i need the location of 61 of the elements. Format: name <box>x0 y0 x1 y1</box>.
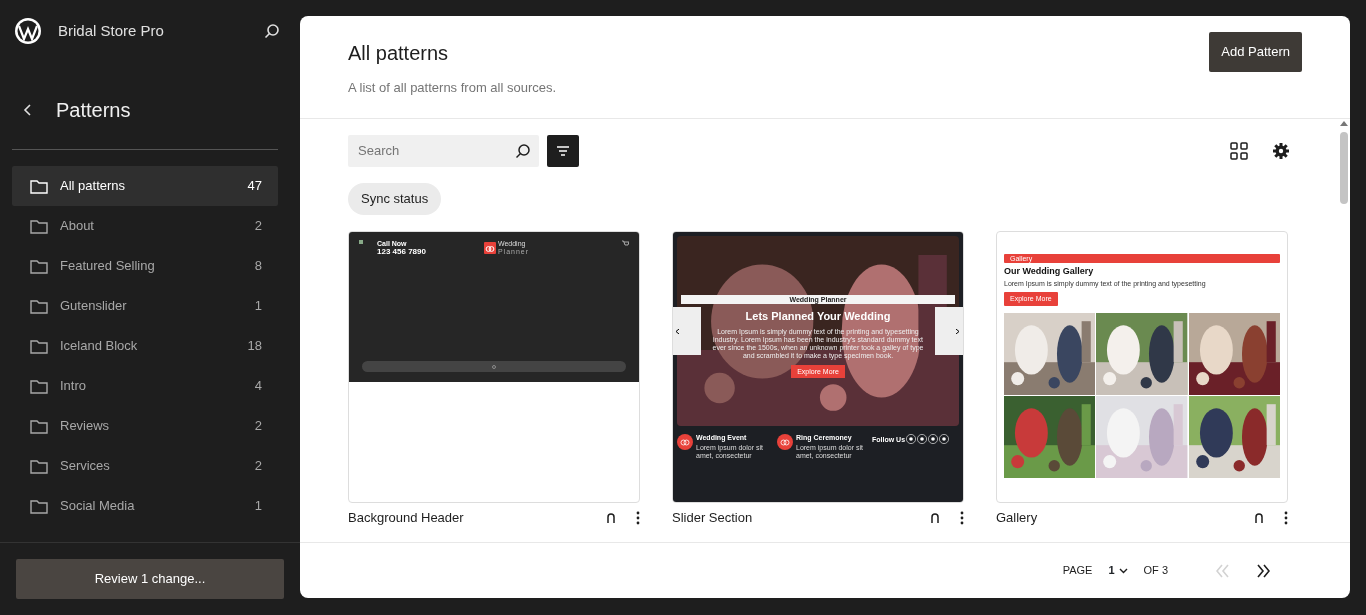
filter-icon <box>556 145 570 157</box>
sidebar-heading: Patterns <box>56 98 131 123</box>
search-field[interactable]: Search <box>348 135 539 167</box>
back-button[interactable] <box>22 103 32 117</box>
site-title: Bridal Store Pro <box>58 20 165 41</box>
chevron-left-icon <box>676 328 680 334</box>
page-description: A list of all patterns from all sources. <box>348 79 557 97</box>
rings-logo-icon <box>483 241 496 254</box>
grid-view-icon[interactable] <box>1230 142 1248 160</box>
folder-icon <box>30 218 48 234</box>
chevron-right-icon <box>956 328 960 334</box>
page-count: OF 3 <box>1143 563 1168 579</box>
synced-pattern-icon <box>930 512 940 524</box>
wordpress-logo-icon[interactable] <box>14 17 42 45</box>
folder-icon <box>30 498 48 514</box>
sidebar-item[interactable]: Intro 4 <box>12 366 278 406</box>
sidebar-item[interactable]: Social Media 1 <box>12 486 278 526</box>
pattern-title: Gallery <box>996 509 1039 528</box>
review-button[interactable]: Review 1 change... <box>16 559 284 599</box>
folder-icon <box>30 378 48 394</box>
folder-icon <box>30 298 48 314</box>
scroll-up-icon[interactable] <box>1340 121 1348 126</box>
scrollbar-thumb[interactable] <box>1340 132 1348 204</box>
folder-icon <box>30 418 48 434</box>
folder-icon <box>30 178 48 194</box>
search-icon <box>515 143 531 159</box>
add-pattern-button[interactable]: Add Pattern <box>1209 32 1302 72</box>
search-input[interactable]: Search <box>356 140 515 162</box>
gallery-heading: Our Wedding Gallery <box>1004 265 1095 278</box>
sidebar-item[interactable]: About 2 <box>12 206 278 246</box>
sidebar-item[interactable]: Featured Selling 8 <box>12 246 278 286</box>
sidebar-item[interactable]: Services 2 <box>12 446 278 486</box>
filter-button[interactable] <box>547 135 579 167</box>
slide-heading: Lets Planned Your Wedding <box>744 309 892 324</box>
chevron-down-icon <box>1118 567 1128 574</box>
more-options-button[interactable] <box>960 511 964 525</box>
more-options-button[interactable] <box>636 511 640 525</box>
dot-icon <box>492 364 496 369</box>
page-select[interactable]: 1 <box>1108 562 1128 579</box>
folder-icon <box>30 458 48 474</box>
last-page-button[interactable] <box>1257 563 1270 578</box>
folder-icon <box>30 338 48 354</box>
pattern-preview[interactable] <box>672 231 964 503</box>
image-icon <box>359 240 363 244</box>
page-title: All patterns <box>348 41 450 66</box>
search-icon[interactable] <box>264 23 280 39</box>
page-label: PAGE <box>1062 563 1093 579</box>
pattern-title: Slider Section <box>672 509 754 528</box>
rings-icon <box>777 434 793 450</box>
settings-icon[interactable] <box>1272 142 1290 160</box>
sidebar-item[interactable]: Gutenslider 1 <box>12 286 278 326</box>
folder-icon <box>30 258 48 274</box>
more-options-button[interactable] <box>1284 511 1288 525</box>
pattern-title: Background Header <box>348 509 465 528</box>
phone-number: 123 456 7890 <box>377 247 426 257</box>
synced-pattern-icon <box>606 512 616 524</box>
sidebar-item[interactable]: Reviews 2 <box>12 406 278 446</box>
synced-pattern-icon <box>1254 512 1264 524</box>
sidebar-item[interactable]: Iceland Block 18 <box>12 326 278 366</box>
sidebar-item[interactable]: All patterns 47 <box>12 166 278 206</box>
filter-chip[interactable]: Sync status <box>348 183 442 215</box>
